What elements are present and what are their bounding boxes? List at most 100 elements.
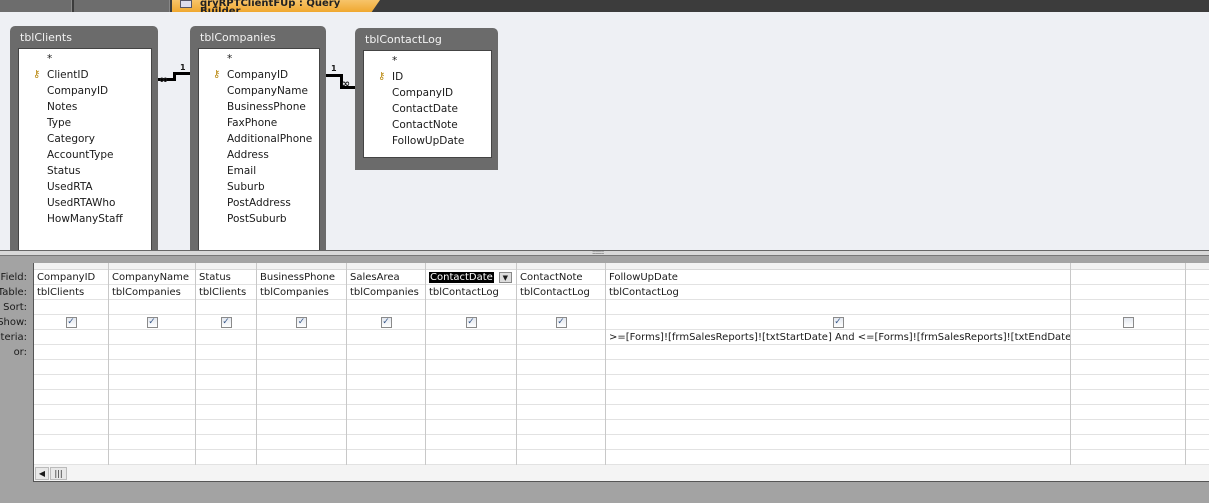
column-selector[interactable] [517, 263, 605, 270]
table-cell[interactable]: tblClients [196, 285, 256, 300]
field-item[interactable]: Type [19, 115, 151, 131]
or-cell[interactable] [517, 405, 605, 420]
or-cell[interactable] [606, 360, 1070, 375]
field-item[interactable]: AdditionalPhone [199, 131, 319, 147]
table-box-tblContactLog[interactable]: tblContactLog * ⚷ ID CompanyID ContactDate Con… [355, 28, 498, 170]
field-item[interactable]: FaxPhone [199, 115, 319, 131]
sort-cell[interactable] [1186, 300, 1209, 315]
sort-cell[interactable] [1071, 300, 1185, 315]
or-cell[interactable] [257, 435, 346, 450]
sort-cell[interactable] [257, 300, 346, 315]
or-cell[interactable] [1071, 375, 1185, 390]
sort-cell[interactable] [426, 300, 516, 315]
field-item[interactable]: Email [199, 163, 319, 179]
table-cell[interactable]: tblContactLog [517, 285, 605, 300]
or-cell[interactable] [109, 420, 195, 435]
or-cell[interactable] [196, 405, 256, 420]
show-checkbox[interactable]: ✓ [65, 316, 77, 328]
dropdown-arrow-icon[interactable]: ▼ [498, 271, 512, 283]
field-item[interactable]: * [364, 53, 491, 69]
grid-column[interactable]: Status tblClients ✓ [196, 263, 257, 465]
column-selector[interactable] [606, 263, 1070, 270]
column-selector[interactable] [1071, 263, 1185, 270]
grid-column[interactable] [1071, 263, 1186, 465]
column-selector[interactable] [426, 263, 516, 270]
or-cell[interactable] [109, 450, 195, 465]
or-cell[interactable] [109, 435, 195, 450]
or-cell[interactable] [1071, 405, 1185, 420]
or-cell[interactable] [109, 405, 195, 420]
field-item[interactable]: CompanyName [199, 83, 319, 99]
or-cell[interactable] [1071, 435, 1185, 450]
sort-cell[interactable] [347, 300, 425, 315]
or-cell[interactable] [109, 345, 195, 360]
show-cell[interactable]: ✓ [606, 315, 1070, 330]
show-checkbox[interactable]: ✓ [832, 316, 844, 328]
criteria-cell[interactable] [517, 330, 605, 345]
or-cell[interactable] [1071, 390, 1185, 405]
field-list[interactable]: * ⚷ ID CompanyID ContactDate ContactNote Follo… [363, 50, 492, 158]
or-cell[interactable] [606, 450, 1070, 465]
field-cell[interactable]: FollowUpDate [606, 270, 1070, 285]
sort-cell[interactable] [606, 300, 1070, 315]
or-cell[interactable] [1186, 405, 1209, 420]
grid-column[interactable]: FollowUpDate tblContactLog ✓ >=[Forms]![frm… [606, 263, 1071, 465]
or-cell[interactable] [1186, 450, 1209, 465]
or-cell[interactable] [34, 375, 108, 390]
or-cell[interactable] [606, 405, 1070, 420]
tab-inactive[interactable] [0, 0, 72, 12]
field-cell[interactable]: ContactNote [517, 270, 605, 285]
field-item[interactable]: CompanyID [19, 83, 151, 99]
show-checkbox[interactable]: ✓ [555, 316, 567, 328]
or-cell[interactable] [196, 420, 256, 435]
or-cell[interactable] [606, 420, 1070, 435]
or-cell[interactable] [196, 375, 256, 390]
or-cell[interactable] [426, 360, 516, 375]
or-cell[interactable] [34, 450, 108, 465]
show-cell[interactable]: ✓ [109, 315, 195, 330]
or-cell[interactable] [426, 390, 516, 405]
show-cell[interactable]: ✓ [34, 315, 108, 330]
field-cell[interactable]: Status [196, 270, 256, 285]
table-cell[interactable]: tblContactLog [426, 285, 516, 300]
criteria-cell[interactable] [109, 330, 195, 345]
column-selector[interactable] [196, 263, 256, 270]
or-cell[interactable] [257, 360, 346, 375]
scroll-left-button[interactable]: ◀ [35, 467, 49, 480]
or-cell[interactable] [109, 390, 195, 405]
field-item[interactable]: ⚷ ID [364, 69, 491, 85]
criteria-cell[interactable]: >=[Forms]![frmSalesReports]![txtStartDat… [606, 330, 1070, 345]
column-selector[interactable] [109, 263, 195, 270]
tab-inactive[interactable] [74, 0, 170, 12]
field-item[interactable]: UsedRTA [19, 179, 151, 195]
or-cell[interactable] [196, 390, 256, 405]
table-cell[interactable]: tblCompanies [257, 285, 346, 300]
or-cell[interactable] [517, 345, 605, 360]
or-cell[interactable] [196, 360, 256, 375]
or-cell[interactable] [34, 360, 108, 375]
or-cell[interactable] [426, 375, 516, 390]
pane-splitter[interactable]: ::::::::::: [0, 250, 1209, 256]
or-cell[interactable] [347, 345, 425, 360]
sort-cell[interactable] [517, 300, 605, 315]
or-cell[interactable] [1071, 345, 1185, 360]
grid-column[interactable]: CompanyID tblClients ✓ [34, 263, 109, 465]
or-cell[interactable] [347, 390, 425, 405]
show-checkbox[interactable]: ✓ [465, 316, 477, 328]
or-cell[interactable] [109, 375, 195, 390]
show-cell[interactable]: ✓ [517, 315, 605, 330]
or-cell[interactable] [347, 420, 425, 435]
or-cell[interactable] [109, 360, 195, 375]
field-cell[interactable]: BusinessPhone [257, 270, 346, 285]
field-item[interactable]: PostSuburb [199, 211, 319, 227]
scroll-thumb[interactable]: ||| [50, 467, 67, 480]
show-cell[interactable]: ✓ [347, 315, 425, 330]
field-item[interactable]: BusinessPhone [199, 99, 319, 115]
show-checkbox[interactable] [1122, 316, 1134, 328]
criteria-cell[interactable] [1186, 330, 1209, 345]
or-cell[interactable] [426, 435, 516, 450]
criteria-cell[interactable] [1071, 330, 1185, 345]
or-cell[interactable] [34, 390, 108, 405]
table-box-tblClients[interactable]: tblClients * ⚷ ClientID CompanyID Notes Type Ca… [10, 26, 158, 250]
field-item[interactable]: FollowUpDate [364, 133, 491, 149]
